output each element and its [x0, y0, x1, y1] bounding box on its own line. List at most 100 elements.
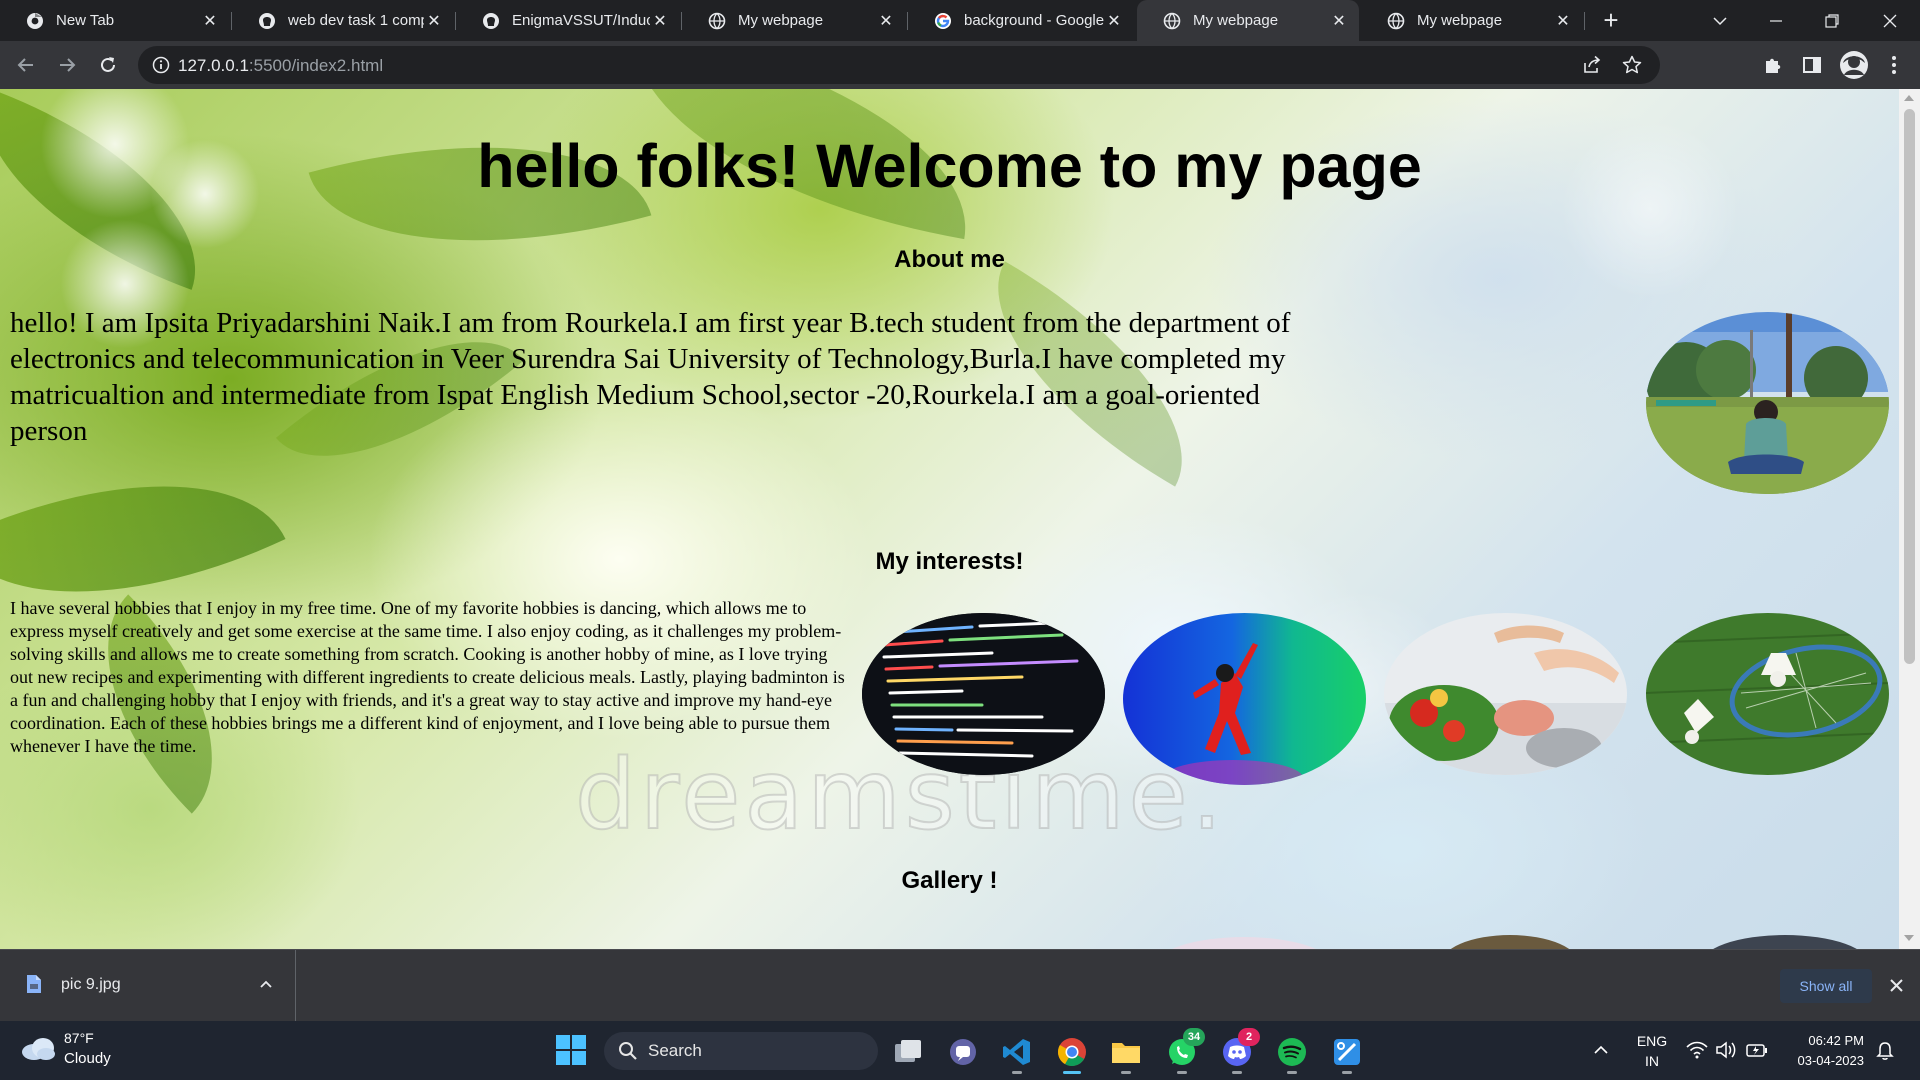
github-icon [259, 12, 275, 29]
menu-button[interactable] [1882, 53, 1906, 77]
tab-web-dev-task[interactable]: web dev task 1 compl ✕ [232, 0, 454, 41]
tab-strip: New Tab ✕ web dev task 1 compl ✕ EnigmaV… [0, 0, 1920, 41]
close-tab-icon[interactable]: ✕ [1329, 11, 1349, 31]
running-indicator [1287, 1071, 1297, 1074]
windows-taskbar: 87°F Cloudy Search 34 2 ENG IN 06:42 PM … [0, 1021, 1920, 1080]
tab-background-google[interactable]: background - Google ✕ [908, 0, 1134, 41]
cloud-icon[interactable] [20, 1037, 56, 1061]
address-bar[interactable]: 127.0.0.1:5500/index2.html [138, 46, 1660, 84]
close-window-button[interactable] [1862, 0, 1918, 41]
tab-title: New Tab [56, 12, 115, 29]
tab-title: background - Google [964, 12, 1104, 29]
restore-icon [1825, 13, 1839, 28]
taskbar-search[interactable]: Search [604, 1032, 878, 1070]
active-indicator [1063, 1071, 1081, 1074]
close-tab-icon[interactable]: ✕ [200, 11, 220, 31]
tab-my-webpage-active[interactable]: My webpage ✕ [1137, 0, 1359, 41]
about-text: hello! I am Ipsita Priyadarshini Naik.I … [10, 307, 1291, 447]
weather-temperature[interactable]: 87°F [64, 1030, 94, 1046]
arrow-left-icon [17, 58, 33, 72]
page-scrollbar[interactable] [1899, 89, 1920, 949]
arrow-right-icon [60, 58, 76, 72]
profile-photo [1646, 312, 1889, 494]
vscode-icon[interactable] [1001, 1036, 1033, 1068]
clock-date[interactable]: 03-04-2023 [1782, 1053, 1865, 1068]
close-tab-icon[interactable]: ✕ [1104, 11, 1124, 31]
about-heading: About me [894, 246, 1005, 273]
task-view-icon[interactable] [892, 1036, 924, 1068]
windows-start-icon[interactable] [555, 1034, 587, 1066]
interest-image-badminton [1646, 613, 1889, 775]
whatsapp-badge: 34 [1183, 1028, 1205, 1046]
show-all-button[interactable]: Show all [1780, 969, 1872, 1003]
battery-icon[interactable] [1746, 1042, 1768, 1058]
close-tab-icon[interactable]: ✕ [876, 11, 896, 31]
forward-button[interactable] [51, 49, 83, 81]
url-text: 127.0.0.1:5500/index2.html [178, 56, 383, 76]
download-filename: pic 9.jpg [61, 976, 121, 993]
running-indicator [1012, 1071, 1022, 1074]
download-shelf: pic 9.jpg Show all [0, 949, 1920, 1022]
chrome-icon [27, 12, 43, 29]
interests-text: I have several hobbies that I enjoy in m… [10, 598, 845, 756]
new-tab-button[interactable]: + [1598, 7, 1624, 34]
close-tab-icon[interactable]: ✕ [424, 11, 444, 31]
url-host: 127.0.0.1 [178, 56, 249, 75]
interest-image-dancing [1123, 613, 1366, 785]
wifi-icon[interactable] [1686, 1041, 1708, 1059]
share-icon[interactable] [1582, 55, 1602, 75]
volume-icon[interactable] [1716, 1041, 1736, 1059]
side-panel-button[interactable] [1800, 53, 1824, 77]
star-icon[interactable] [1622, 55, 1642, 75]
gallery-image [1154, 937, 1334, 949]
scroll-up-arrow[interactable] [1904, 95, 1914, 101]
url-path: :5500/index2.html [248, 56, 384, 75]
tab-separator [1584, 12, 1585, 30]
tab-search-button[interactable] [1692, 0, 1748, 41]
file-explorer-icon[interactable] [1110, 1036, 1142, 1068]
gallery-heading: Gallery ! [901, 867, 998, 894]
page-title: hello folks! Welcome to my page [477, 132, 1422, 200]
notification-bell-icon[interactable] [1876, 1041, 1894, 1061]
close-tab-icon[interactable]: ✕ [1553, 11, 1573, 31]
close-tab-icon[interactable]: ✕ [650, 11, 670, 31]
browser-toolbar: 127.0.0.1:5500/index2.html [0, 41, 1920, 89]
spotify-icon[interactable] [1276, 1036, 1308, 1068]
chevron-up-icon[interactable] [260, 980, 272, 988]
download-item[interactable]: pic 9.jpg [0, 950, 296, 1022]
info-icon[interactable] [152, 56, 170, 74]
chevron-down-icon [1713, 16, 1727, 25]
extensions-button[interactable] [1761, 53, 1785, 77]
teams-chat-icon[interactable] [947, 1036, 979, 1068]
minimize-button[interactable] [1748, 0, 1804, 41]
scroll-down-arrow[interactable] [1904, 935, 1914, 941]
chrome-icon[interactable] [1056, 1036, 1088, 1068]
language-code[interactable]: ENG [1630, 1033, 1674, 1049]
tab-my-webpage-2[interactable]: My webpage ✕ [1361, 0, 1583, 41]
back-button[interactable] [10, 49, 42, 81]
minimize-icon [1770, 19, 1782, 22]
running-indicator [1232, 1071, 1242, 1074]
interests-heading: My interests! [875, 548, 1024, 575]
snipping-tool-icon[interactable] [1331, 1036, 1363, 1068]
page-viewport: dreamstime. hello folks! Welcome to my p… [0, 89, 1899, 949]
weather-description[interactable]: Cloudy [64, 1050, 111, 1067]
profile-button[interactable] [1838, 49, 1870, 81]
tab-enigma-vssut[interactable]: EnigmaVSSUT/Inducti ✕ [456, 0, 680, 41]
close-icon[interactable] [1890, 979, 1903, 992]
globe-icon [1163, 12, 1181, 29]
discord-badge: 2 [1238, 1028, 1260, 1046]
file-icon [27, 975, 41, 993]
restore-button[interactable] [1804, 0, 1860, 41]
chevron-up-icon[interactable] [1594, 1045, 1608, 1055]
tab-title: web dev task 1 compl [288, 12, 424, 29]
tab-my-webpage[interactable]: My webpage ✕ [682, 0, 906, 41]
language-region[interactable]: IN [1630, 1053, 1674, 1069]
puzzle-icon [1766, 58, 1781, 73]
tab-new-tab[interactable]: New Tab ✕ [0, 0, 230, 41]
scroll-thumb[interactable] [1904, 109, 1915, 664]
clock-time[interactable]: 06:42 PM [1782, 1033, 1864, 1048]
tab-title: EnigmaVSSUT/Inducti [512, 12, 650, 29]
reload-button[interactable] [92, 49, 124, 81]
search-label: Search [648, 1041, 702, 1060]
